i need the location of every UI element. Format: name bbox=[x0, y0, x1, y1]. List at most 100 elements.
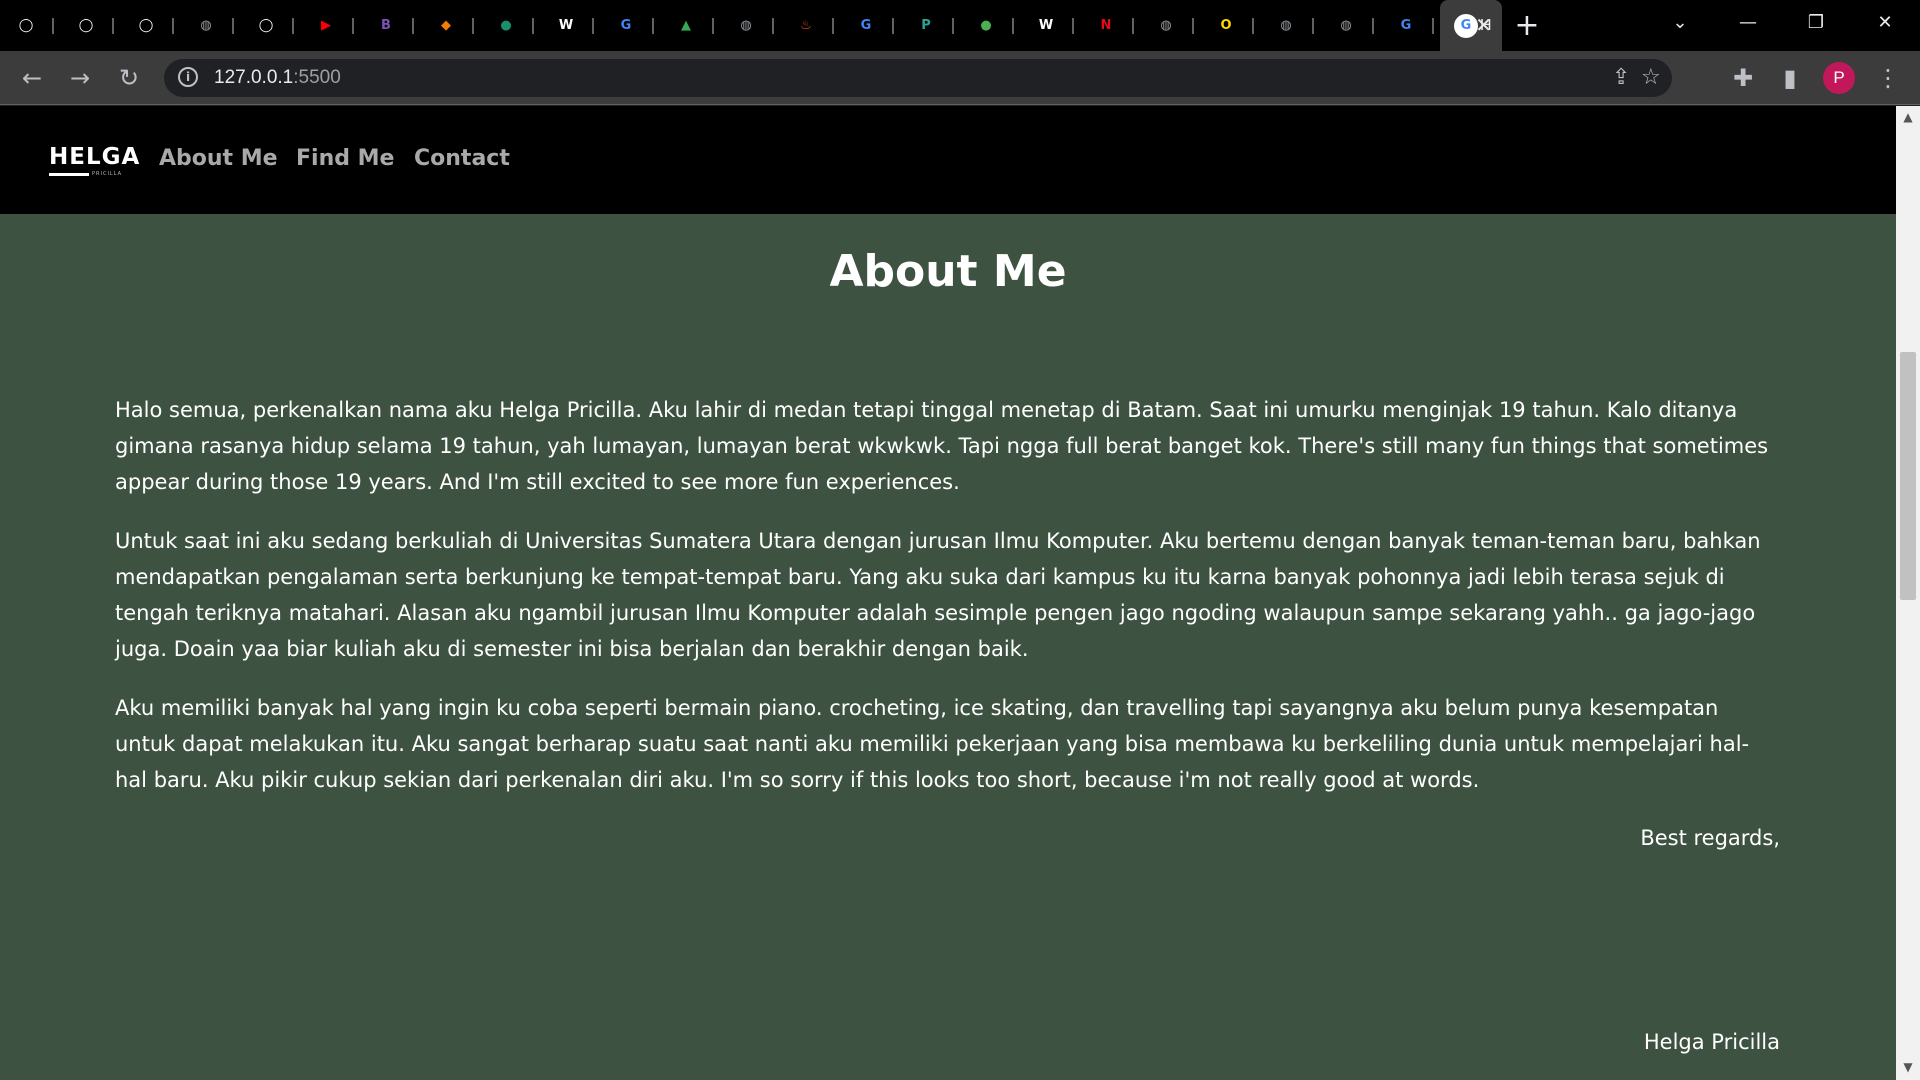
google-drive-icon: ▲ bbox=[681, 18, 691, 33]
tab-separator bbox=[1072, 18, 1074, 34]
google-icon: G bbox=[1400, 18, 1412, 33]
github-icon: ◯ bbox=[18, 18, 34, 33]
tab-separator bbox=[1192, 18, 1194, 34]
bookmark-star-icon[interactable]: ☆ bbox=[1641, 65, 1661, 90]
address-url[interactable]: 127.0.0.1:5500 bbox=[214, 67, 341, 89]
about-content: Halo semua, perkenalkan nama aku Helga P… bbox=[115, 392, 1780, 821]
browser-tab[interactable]: ◯ bbox=[0, 0, 60, 51]
browser-tab[interactable]: ◯ bbox=[60, 0, 120, 51]
browser-tab[interactable]: ◍ bbox=[1320, 0, 1380, 51]
github-icon: ◯ bbox=[138, 18, 154, 33]
profile-avatar[interactable]: P bbox=[1823, 62, 1855, 94]
tab-separator bbox=[412, 18, 414, 34]
tab-separator bbox=[172, 18, 174, 34]
flame-icon: ♨ bbox=[800, 18, 812, 33]
tab-separator bbox=[1132, 18, 1134, 34]
browser-tab[interactable]: ♨ bbox=[780, 0, 840, 51]
tab-separator bbox=[592, 18, 594, 34]
netflix-icon: N bbox=[1100, 18, 1112, 33]
bootstrap-icon: B bbox=[381, 18, 391, 33]
tab-list: ◯ ◯ ◯ ◍ ◯ ▶ B ◆ ● W G ▲ ◍ ♨ G P ● W N ◍ O ◍ ◍ G bbox=[0, 0, 1440, 51]
reload-icon[interactable]: ↻ bbox=[110, 59, 148, 97]
extensions-icon[interactable]: ✚ bbox=[1724, 59, 1762, 97]
side-panel-icon[interactable]: ▮ bbox=[1771, 59, 1809, 97]
tab-separator bbox=[712, 18, 714, 34]
tab-separator bbox=[232, 18, 234, 34]
scroll-up-arrow-icon[interactable]: ▲ bbox=[1896, 110, 1920, 126]
restore-icon[interactable]: ❐ bbox=[1786, 0, 1846, 44]
url-host: 127.0.0.1 bbox=[214, 67, 294, 88]
tab-separator bbox=[472, 18, 474, 34]
browser-tab[interactable]: ◍ bbox=[1260, 0, 1320, 51]
browser-tab[interactable]: ◍ bbox=[720, 0, 780, 51]
browser-tab[interactable]: ◍ bbox=[180, 0, 240, 51]
wikipedia-icon: W bbox=[1038, 18, 1054, 33]
menu-kebab-icon[interactable]: ⋮ bbox=[1869, 59, 1907, 97]
logo-underline bbox=[49, 173, 89, 176]
globe-icon: ◍ bbox=[1280, 18, 1292, 33]
github-icon: ◯ bbox=[78, 18, 94, 33]
browser-tab[interactable]: ◆ bbox=[420, 0, 480, 51]
new-tab-button[interactable]: + bbox=[1502, 0, 1552, 51]
browser-tab[interactable]: ● bbox=[960, 0, 1020, 51]
browser-tab[interactable]: ◍ bbox=[1140, 0, 1200, 51]
browser-tab[interactable]: ◯ bbox=[240, 0, 300, 51]
tab-separator bbox=[112, 18, 114, 34]
tab-strip: ◯ ◯ ◯ ◍ ◯ ▶ B ◆ ● W G ▲ ◍ ♨ G P ● W N ◍ O ◍ ◍ G G H ✕ + ⌄ — ❐ ✕ bbox=[0, 0, 1920, 51]
tab-separator bbox=[1012, 18, 1014, 34]
globe-icon: ◍ bbox=[200, 18, 212, 33]
youtube-icon: ▶ bbox=[321, 18, 331, 33]
browser-tab[interactable]: ◯ bbox=[120, 0, 180, 51]
paragraph-study: Untuk saat ini aku sedang berkuliah di U… bbox=[115, 529, 1761, 661]
site-logo[interactable]: HELGA bbox=[49, 144, 140, 170]
minimize-icon[interactable]: — bbox=[1718, 0, 1778, 44]
nav-link-about-me[interactable]: About Me bbox=[159, 146, 278, 171]
nav-link-contact[interactable]: Contact bbox=[414, 146, 510, 171]
browser-tab[interactable]: N bbox=[1080, 0, 1140, 51]
active-tab[interactable]: G H ✕ bbox=[1440, 0, 1502, 51]
page-scrollbar[interactable]: ▲ ▼ bbox=[1896, 106, 1920, 1080]
paragraph-hobbies: Aku memiliki banyak hal yang ingin ku co… bbox=[115, 696, 1750, 792]
address-bar[interactable]: i 127.0.0.1:5500 ⇪ ☆ bbox=[164, 59, 1672, 97]
scroll-thumb[interactable] bbox=[1900, 352, 1916, 600]
browser-tab[interactable]: G bbox=[1380, 0, 1440, 51]
tab-separator bbox=[1432, 18, 1434, 34]
google-icon: G bbox=[860, 18, 872, 33]
tab-separator bbox=[532, 18, 534, 34]
back-icon[interactable]: ← bbox=[13, 59, 51, 97]
page-title: About Me bbox=[829, 246, 1067, 297]
logo-subtitle: PRICILLA bbox=[92, 171, 123, 177]
tab-search-chevron-icon[interactable]: ⌄ bbox=[1650, 0, 1710, 44]
browser-tab[interactable]: W bbox=[1020, 0, 1080, 51]
browser-tab[interactable]: G bbox=[600, 0, 660, 51]
closing-text: Best regards, bbox=[1640, 826, 1780, 850]
share-icon[interactable]: ⇪ bbox=[1612, 65, 1630, 90]
browser-tab[interactable]: ▶ bbox=[300, 0, 360, 51]
oy-icon: O bbox=[1220, 18, 1232, 33]
site-info-icon[interactable]: i bbox=[178, 67, 198, 87]
fire-icon: ◆ bbox=[441, 18, 451, 33]
browser-tab[interactable]: ● bbox=[480, 0, 540, 51]
browser-tab[interactable]: O bbox=[1200, 0, 1260, 51]
browser-tab[interactable]: ▲ bbox=[660, 0, 720, 51]
drive-icon: ● bbox=[500, 18, 512, 33]
wikipedia-icon: W bbox=[558, 18, 574, 33]
globe-icon: ◍ bbox=[1340, 18, 1352, 33]
app-icon: P bbox=[921, 18, 931, 33]
page-viewport: HELGA PRICILLA About Me Find Me Contact … bbox=[0, 106, 1896, 1080]
tab-separator bbox=[292, 18, 294, 34]
tab-separator bbox=[772, 18, 774, 34]
nav-link-find-me[interactable]: Find Me bbox=[296, 146, 394, 171]
browser-tab[interactable]: W bbox=[540, 0, 600, 51]
tab-separator bbox=[652, 18, 654, 34]
tab-separator bbox=[892, 18, 894, 34]
close-tab-icon[interactable]: ✕ bbox=[1475, 13, 1492, 37]
browser-tab[interactable]: B bbox=[360, 0, 420, 51]
tab-separator bbox=[832, 18, 834, 34]
window-close-icon[interactable]: ✕ bbox=[1855, 0, 1915, 44]
forward-icon[interactable]: → bbox=[61, 59, 99, 97]
browser-tab[interactable]: P bbox=[900, 0, 960, 51]
browser-tab[interactable]: G bbox=[840, 0, 900, 51]
site-navbar: HELGA PRICILLA About Me Find Me Contact bbox=[0, 106, 1896, 214]
scroll-down-arrow-icon[interactable]: ▼ bbox=[1896, 1060, 1920, 1076]
